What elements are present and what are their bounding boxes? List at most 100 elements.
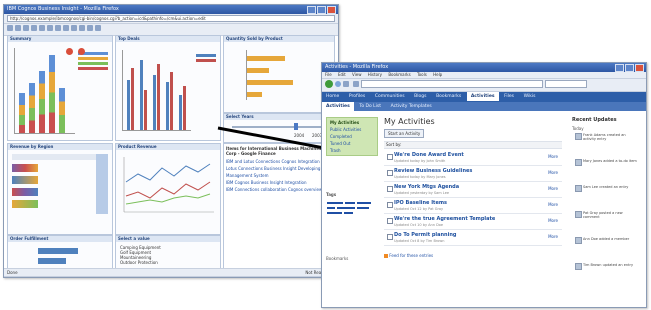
checkbox[interactable] xyxy=(387,170,393,176)
avatar xyxy=(575,159,582,166)
news-link[interactable]: IBM Connections collaboration Cognos ove… xyxy=(224,186,334,193)
tab-home[interactable]: Home xyxy=(322,92,343,101)
subtab-todo[interactable]: To Do List xyxy=(355,102,385,111)
close-button[interactable] xyxy=(635,64,644,72)
activity-title[interactable]: New York Mtgs Agenda xyxy=(394,184,459,190)
list-item[interactable]: New York Mtgs Agenda Updated yesterday by… xyxy=(384,183,562,198)
year-slider-track[interactable] xyxy=(232,126,326,128)
front-browser-window: Activities - Mozilla Firefox File Edit V… xyxy=(321,62,647,308)
tab-wikis[interactable]: Wikis xyxy=(520,92,540,101)
front-url-field[interactable] xyxy=(361,80,544,88)
toolbar-icon[interactable] xyxy=(23,25,29,31)
year-start: 2004 xyxy=(294,133,305,138)
table-row xyxy=(12,176,38,184)
tab-bookmarks[interactable]: Bookmarks xyxy=(432,92,465,101)
toolbar-icon[interactable] xyxy=(95,25,101,31)
checkbox[interactable] xyxy=(387,186,393,192)
tab-blogs[interactable]: Blogs xyxy=(410,92,430,101)
app-header-nav: Home Profiles Communities Blogs Bookmark… xyxy=(322,92,646,102)
sort-label: Sort by: xyxy=(386,142,402,147)
list-item[interactable]: Do To Permit planning Updated Oct 8 by Ti… xyxy=(384,231,562,246)
toolbar-icon[interactable] xyxy=(87,25,93,31)
toolbar-icon[interactable] xyxy=(31,25,37,31)
toolbar-icon[interactable] xyxy=(39,25,45,31)
tag-cloud[interactable] xyxy=(326,201,378,216)
home-icon[interactable] xyxy=(352,81,359,87)
minimize-button[interactable] xyxy=(307,6,316,14)
list-item[interactable]: We're Done Award Event Updated today by J… xyxy=(384,151,562,166)
nav-my-activities[interactable]: My Activities xyxy=(327,119,377,126)
activity-title[interactable]: We're Done Award Event xyxy=(394,152,464,158)
toolbar-icon[interactable] xyxy=(63,25,69,31)
list-item[interactable]: We're the true Agreement Template Updated… xyxy=(384,215,562,230)
chart-legend xyxy=(196,54,216,64)
table-row xyxy=(12,188,38,196)
activity-more-link[interactable]: More xyxy=(548,186,558,191)
activity-more-link[interactable]: More xyxy=(548,170,558,175)
maximize-button[interactable] xyxy=(317,6,326,14)
activity-title[interactable]: Review Business Guidelines xyxy=(394,168,472,174)
nav-trash[interactable]: Trash xyxy=(327,147,377,154)
activity-meta: Updated today by Mary Jones xyxy=(394,175,446,179)
left-sidebar: My Activities Public Activities Complete… xyxy=(326,117,378,297)
nav-public-activities[interactable]: Public Activities xyxy=(327,126,377,133)
toolbar-icon[interactable] xyxy=(7,25,13,31)
toolbar-icon[interactable] xyxy=(71,25,77,31)
chart-bar xyxy=(170,72,173,130)
checkbox[interactable] xyxy=(387,154,393,160)
panel-title: Summary xyxy=(8,36,112,42)
tab-activities[interactable]: Activities xyxy=(466,92,499,101)
nav-tuned-out[interactable]: Tuned Out xyxy=(327,140,377,147)
activity-title[interactable]: IPO Baseline Items xyxy=(394,200,447,206)
tab-communities[interactable]: Communities xyxy=(371,92,409,101)
feed-link[interactable]: Feed for these entries xyxy=(389,253,433,258)
activity-more-link[interactable]: More xyxy=(548,218,558,223)
back-arrow-icon[interactable] xyxy=(325,80,333,88)
year-slider-handle[interactable] xyxy=(294,123,298,130)
activity-more-link[interactable]: More xyxy=(548,154,558,159)
activity-title[interactable]: Do To Permit planning xyxy=(394,232,456,238)
tab-files[interactable]: Files xyxy=(500,92,518,101)
search-input[interactable] xyxy=(544,80,587,88)
subtab-activities[interactable]: Activities xyxy=(322,102,354,111)
list-item[interactable]: Review Business Guidelines Updated today … xyxy=(384,167,562,182)
start-activity-button[interactable]: Start an Activity xyxy=(384,129,425,138)
toolbar-icon[interactable] xyxy=(47,25,53,31)
minimize-button[interactable] xyxy=(615,64,624,72)
menu-edit[interactable]: Edit xyxy=(338,72,346,77)
forward-arrow-icon[interactable] xyxy=(334,81,341,87)
subtab-templates[interactable]: Activity Templates xyxy=(387,102,436,111)
panel-title: Select Years xyxy=(224,114,334,120)
menu-file[interactable]: File xyxy=(325,72,332,77)
menu-help[interactable]: Help xyxy=(433,72,442,77)
tab-profiles[interactable]: Profiles xyxy=(345,92,369,101)
toolbar-icon[interactable] xyxy=(15,25,21,31)
news-link[interactable]: IBM and Lotus Connections Cognos Integra… xyxy=(224,158,334,165)
activity-more-link[interactable]: More xyxy=(548,202,558,207)
news-link[interactable]: Lotus Connections Business Insight Devel… xyxy=(224,165,334,172)
menu-view[interactable]: View xyxy=(352,72,362,77)
back-url-field[interactable]: http://cognos.example/ibmcognos/cgi-bin/… xyxy=(7,15,335,22)
toolbar-icon[interactable] xyxy=(55,25,61,31)
toolbar-icon[interactable] xyxy=(79,25,85,31)
list-item[interactable]: IPO Baseline Items Updated Oct 12 by Pat … xyxy=(384,199,562,214)
checkbox[interactable] xyxy=(387,202,393,208)
reload-icon[interactable] xyxy=(343,81,350,87)
menu-tools[interactable]: Tools xyxy=(417,72,427,77)
menu-bookmarks[interactable]: Bookmarks xyxy=(388,72,410,77)
menu-history[interactable]: History xyxy=(368,72,382,77)
nav-completed[interactable]: Completed xyxy=(327,133,377,140)
close-button[interactable] xyxy=(327,6,336,14)
checkbox[interactable] xyxy=(387,218,393,224)
activity-more-link[interactable]: More xyxy=(548,234,558,239)
news-link[interactable]: Management System xyxy=(224,172,334,179)
legend-swatch xyxy=(78,57,108,60)
top-deals-panel: Top Deals xyxy=(115,35,221,141)
activity-title[interactable]: We're the true Agreement Template xyxy=(394,216,495,222)
checkbox[interactable] xyxy=(387,234,393,240)
news-link[interactable]: IBM Cognos Business Insight Integration xyxy=(224,179,334,186)
select-item[interactable]: Outdoor Protection xyxy=(120,260,161,265)
select-list[interactable]: Camping Equipment Golf Equipment Mountai… xyxy=(120,245,161,265)
order-fulfillment-panel: Order Fulfillment xyxy=(7,235,113,271)
maximize-button[interactable] xyxy=(625,64,634,72)
